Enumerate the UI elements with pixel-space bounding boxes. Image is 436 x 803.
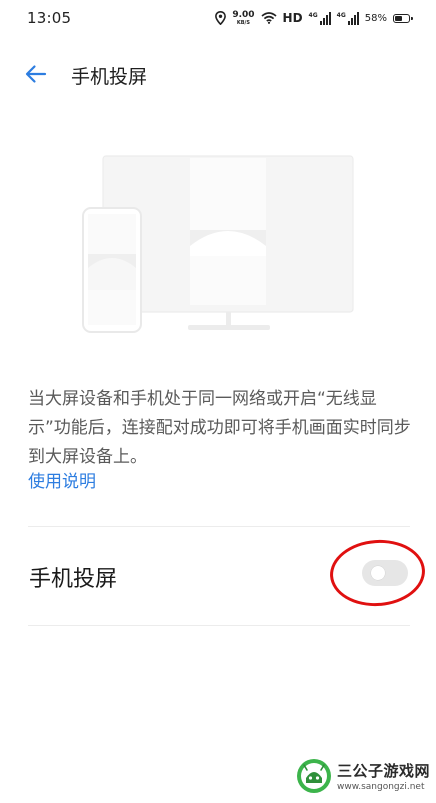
- status-bar: 13:05 9.00 KB/S HD 4G 4G 58%: [0, 0, 436, 36]
- signal-1-label: 4G: [308, 11, 318, 19]
- battery-percent: 58%: [364, 12, 387, 24]
- network-speed: 9.00 KB/S: [232, 9, 255, 26]
- phone-illustration: [82, 207, 142, 333]
- status-time: 13:05: [27, 9, 72, 27]
- screen-cast-illustration: [78, 150, 358, 340]
- signal-2-label: 4G: [336, 11, 346, 19]
- watermark-logo-icon: [296, 759, 331, 793]
- screen-cast-toggle[interactable]: [362, 560, 408, 586]
- divider: [28, 526, 410, 527]
- location-icon: [215, 11, 227, 25]
- network-speed-unit: KB/S: [236, 19, 250, 26]
- signal-icon: 4G: [308, 11, 331, 25]
- screen-cast-label: 手机投屏: [29, 567, 118, 592]
- arrow-left-icon: [25, 65, 47, 83]
- app-header: 手机投屏: [0, 50, 436, 98]
- toggle-knob: [371, 566, 385, 580]
- battery-icon: [393, 13, 413, 23]
- watermark-url: www.sangongzi.net: [336, 782, 425, 792]
- back-button[interactable]: [22, 62, 50, 86]
- divider: [28, 625, 410, 626]
- status-icons: 9.00 KB/S HD 4G 4G 58%: [215, 9, 413, 27]
- signal-icon: 4G: [336, 11, 359, 25]
- page-title: 手机投屏: [71, 66, 148, 88]
- network-speed-value: 9.00: [232, 9, 255, 20]
- description-text: 当大屏设备和手机处于同一网络或开启“无线显示”功能后，连接配对成功即可将手机画面…: [28, 389, 411, 467]
- hd-indicator: HD: [282, 11, 303, 25]
- usage-instructions-link[interactable]: 使用说明: [28, 468, 96, 497]
- watermark-title: 三公子游戏网: [336, 762, 430, 780]
- screen-cast-setting-row: 手机投屏: [0, 530, 436, 624]
- wifi-icon: [260, 12, 277, 24]
- watermark: 三公子游戏网 www.sangongzi.net: [295, 757, 430, 795]
